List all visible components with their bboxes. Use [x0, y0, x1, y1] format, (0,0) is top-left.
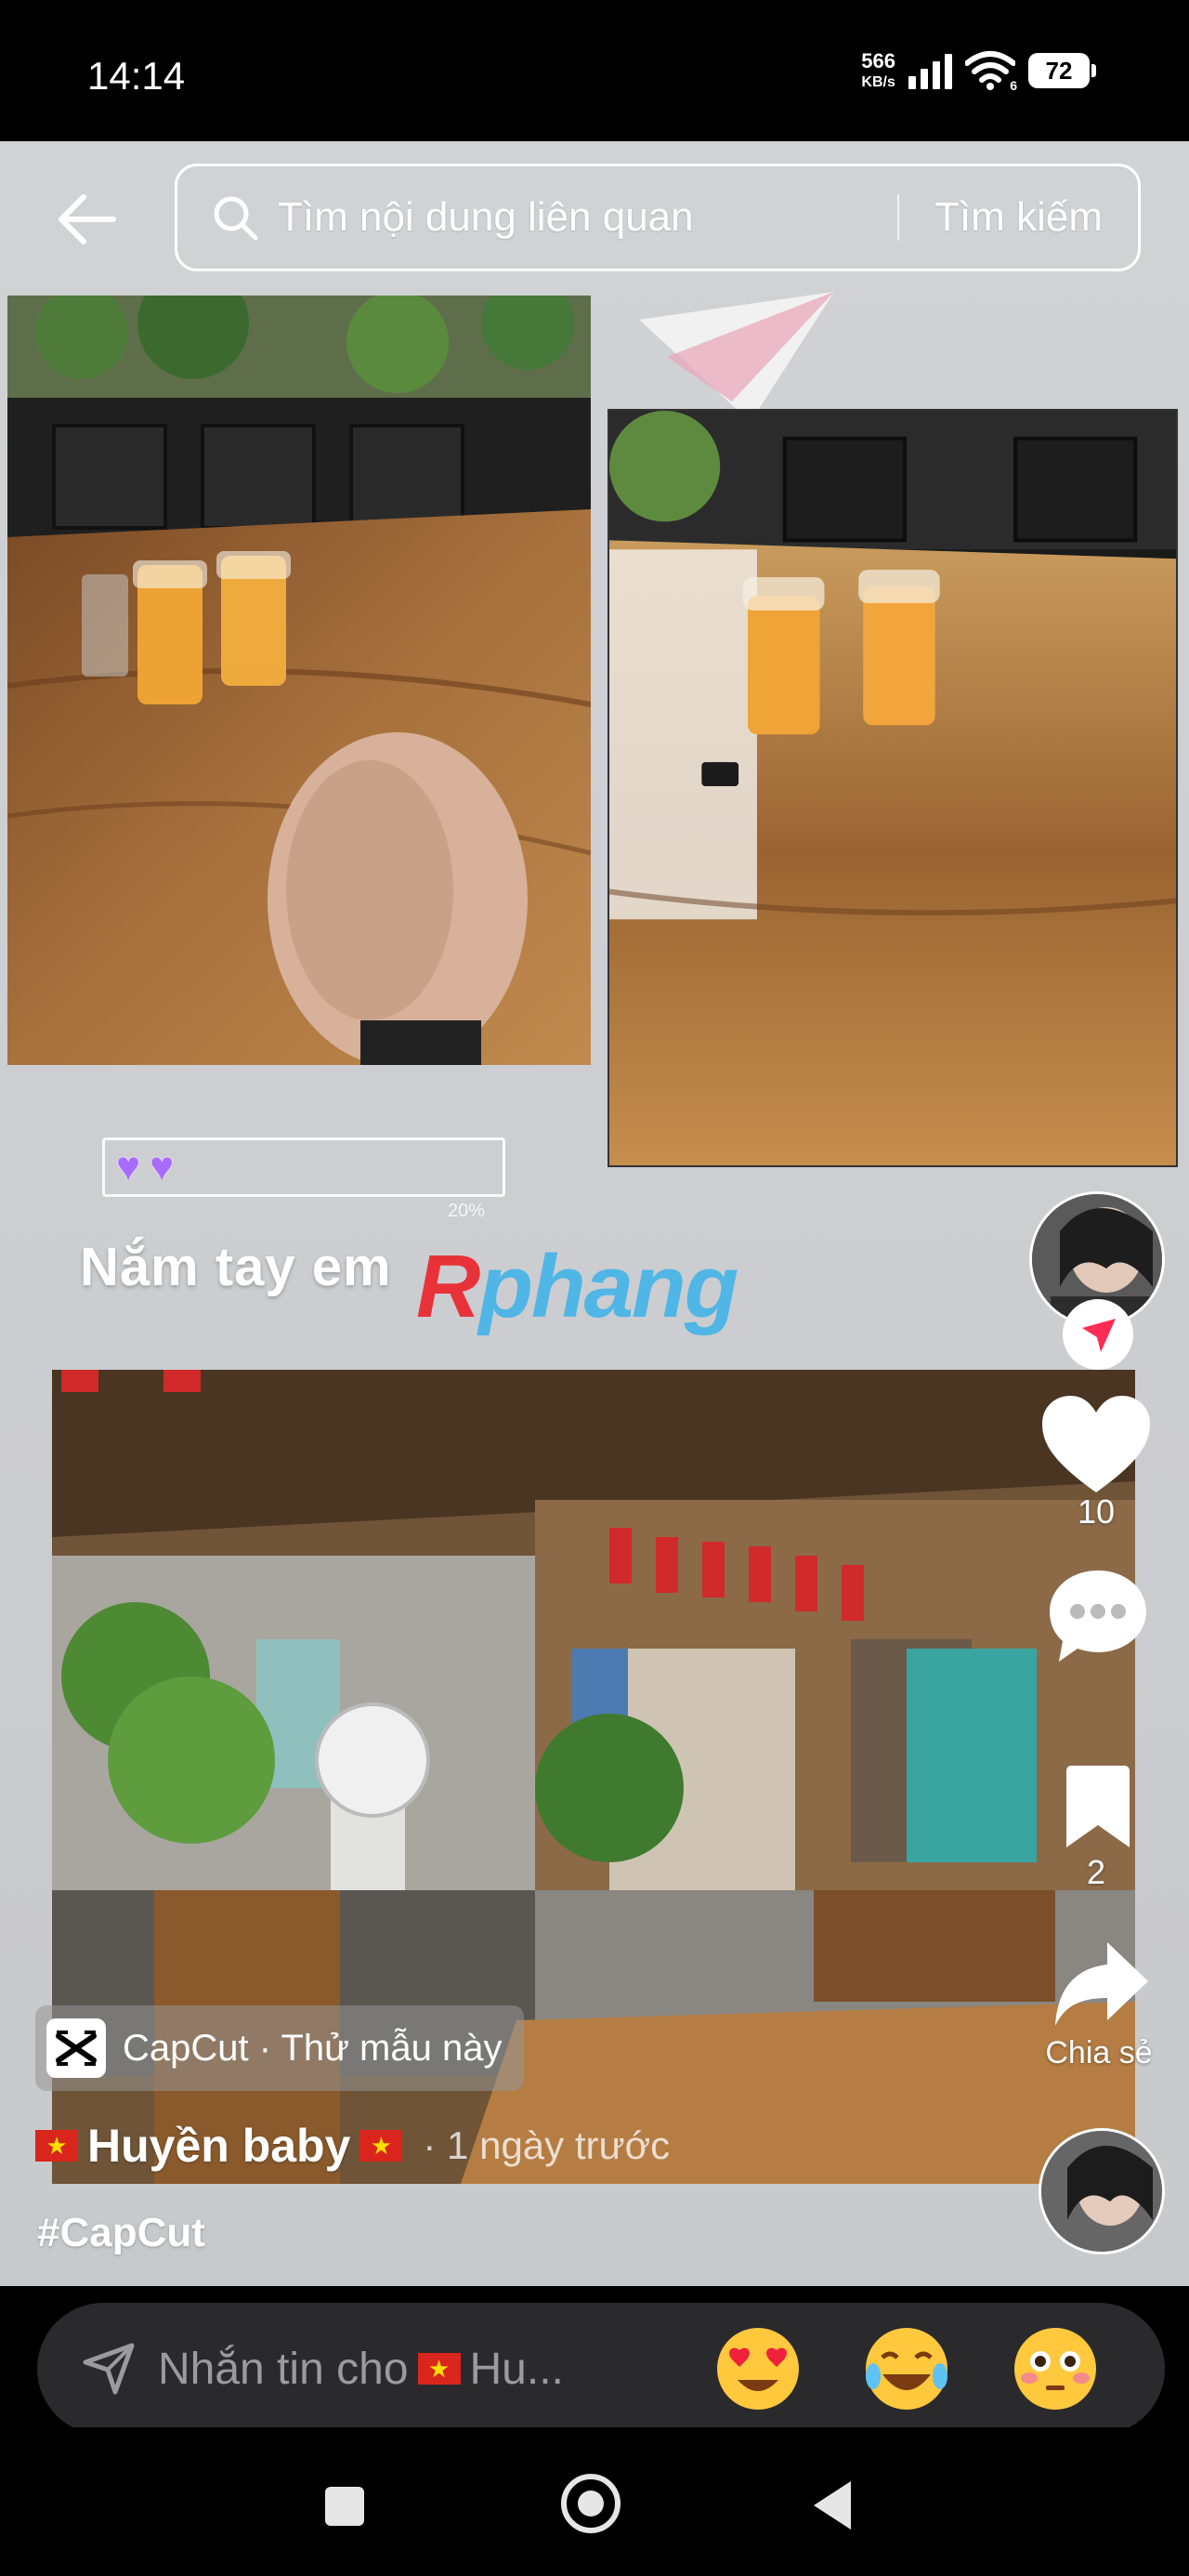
author-line[interactable]: Huyền baby · 1 ngày trước — [35, 2119, 670, 2173]
capcut-template-chip[interactable]: CapCut · Thử mẫu này — [35, 2005, 525, 2091]
video-photo-table-drinks — [608, 409, 1178, 1167]
heart-progress-sticker: ♥ ♥ — [102, 1137, 505, 1197]
network-speed-value: 566 — [861, 49, 895, 72]
search-input[interactable]: Tìm nội dung liên quan — [278, 194, 897, 241]
watermark-logo: Rphang — [416, 1236, 738, 1338]
author-name[interactable]: Huyền baby — [87, 2119, 350, 2173]
hashtag-link[interactable]: #CapCut — [37, 2210, 205, 2256]
top-search-bar: Tìm nội dung liên quan Tìm kiếm — [0, 164, 1189, 275]
search-submit-button[interactable]: Tìm kiếm — [899, 194, 1138, 241]
recents-button[interactable] — [325, 2487, 364, 2526]
back-button[interactable] — [52, 184, 123, 255]
home-button[interactable] — [561, 2474, 621, 2533]
watermark-rest: phang — [478, 1237, 738, 1336]
search-box[interactable]: Tìm nội dung liên quan Tìm kiếm — [175, 164, 1141, 271]
share-label: Chia sẻ — [1045, 2035, 1153, 2070]
network-speed-unit: KB/s — [861, 74, 895, 90]
status-icons: 566 KB/s 6 72 — [861, 50, 1096, 93]
sound-avatar-icon — [1041, 2131, 1162, 2252]
wifi-badge: 6 — [1010, 78, 1017, 93]
bookmark-icon[interactable] — [1063, 1764, 1133, 1849]
status-time: 14:14 — [87, 54, 186, 98]
message-placeholder: Nhắn tin cho Hu... — [158, 2344, 660, 2395]
signal-icon — [908, 52, 952, 89]
battery-level: 72 — [1028, 53, 1090, 88]
search-icon — [214, 196, 258, 241]
follow-plane-icon — [1082, 1319, 1116, 1352]
watermark-first-letter: R — [416, 1237, 480, 1336]
message-placeholder-suffix: Hu... — [469, 2344, 564, 2394]
heart-sticker-2: ♥ — [150, 1144, 175, 1189]
share-icon[interactable] — [1052, 1939, 1152, 2031]
vietnam-flag-icon — [417, 2353, 461, 2385]
vietnam-flag-icon — [35, 2130, 78, 2162]
network-speed: 566 KB/s — [861, 51, 895, 90]
battery-icon: 72 — [1028, 53, 1096, 88]
music-disc[interactable] — [1039, 2128, 1165, 2254]
message-placeholder-prefix: Nhắn tin cho — [158, 2344, 409, 2394]
back-nav-button[interactable] — [814, 2481, 851, 2530]
message-bar: Nhắn tin cho Hu... — [0, 2286, 1189, 2435]
heart-icon[interactable] — [1042, 1396, 1150, 1498]
video-feed[interactable]: Tìm nội dung liên quan Tìm kiếm ♥ ♥ 20% … — [0, 141, 1189, 2286]
like-count: 10 — [1077, 1492, 1116, 1531]
save-count: 2 — [1086, 1853, 1106, 1891]
follow-button[interactable] — [1063, 1299, 1133, 1370]
heart-sticker-1: ♥ — [116, 1144, 141, 1189]
message-input[interactable]: Nhắn tin cho Hu... — [37, 2303, 1165, 2435]
post-time: · 1 ngày trước — [423, 2123, 671, 2167]
tears-of-joy-emoji-icon[interactable] — [860, 2322, 953, 2415]
send-plane-icon — [83, 2343, 135, 2395]
capcut-template-label: CapCut · Thử mẫu này — [123, 2027, 503, 2069]
heart-eyes-emoji-icon[interactable] — [712, 2322, 804, 2415]
paper-plane-sticker — [639, 292, 834, 422]
flushed-emoji-icon[interactable] — [1009, 2322, 1102, 2415]
video-overlay-caption: Nắm tay em — [80, 1237, 392, 1297]
arrow-left-icon — [59, 194, 116, 244]
wifi-icon: 6 — [964, 50, 1017, 93]
system-nav-bar — [0, 2427, 1189, 2576]
sticker-percent: 20% — [448, 1201, 486, 1221]
vietnam-flag-icon — [359, 2130, 403, 2162]
capcut-logo-icon — [46, 2018, 106, 2078]
video-photo-hands-drinks — [7, 296, 591, 1065]
comment-icon[interactable] — [1046, 1567, 1150, 1665]
status-bar: 14:14 566 KB/s 6 72 — [0, 0, 1189, 141]
creator-avatar[interactable] — [1029, 1191, 1167, 1370]
